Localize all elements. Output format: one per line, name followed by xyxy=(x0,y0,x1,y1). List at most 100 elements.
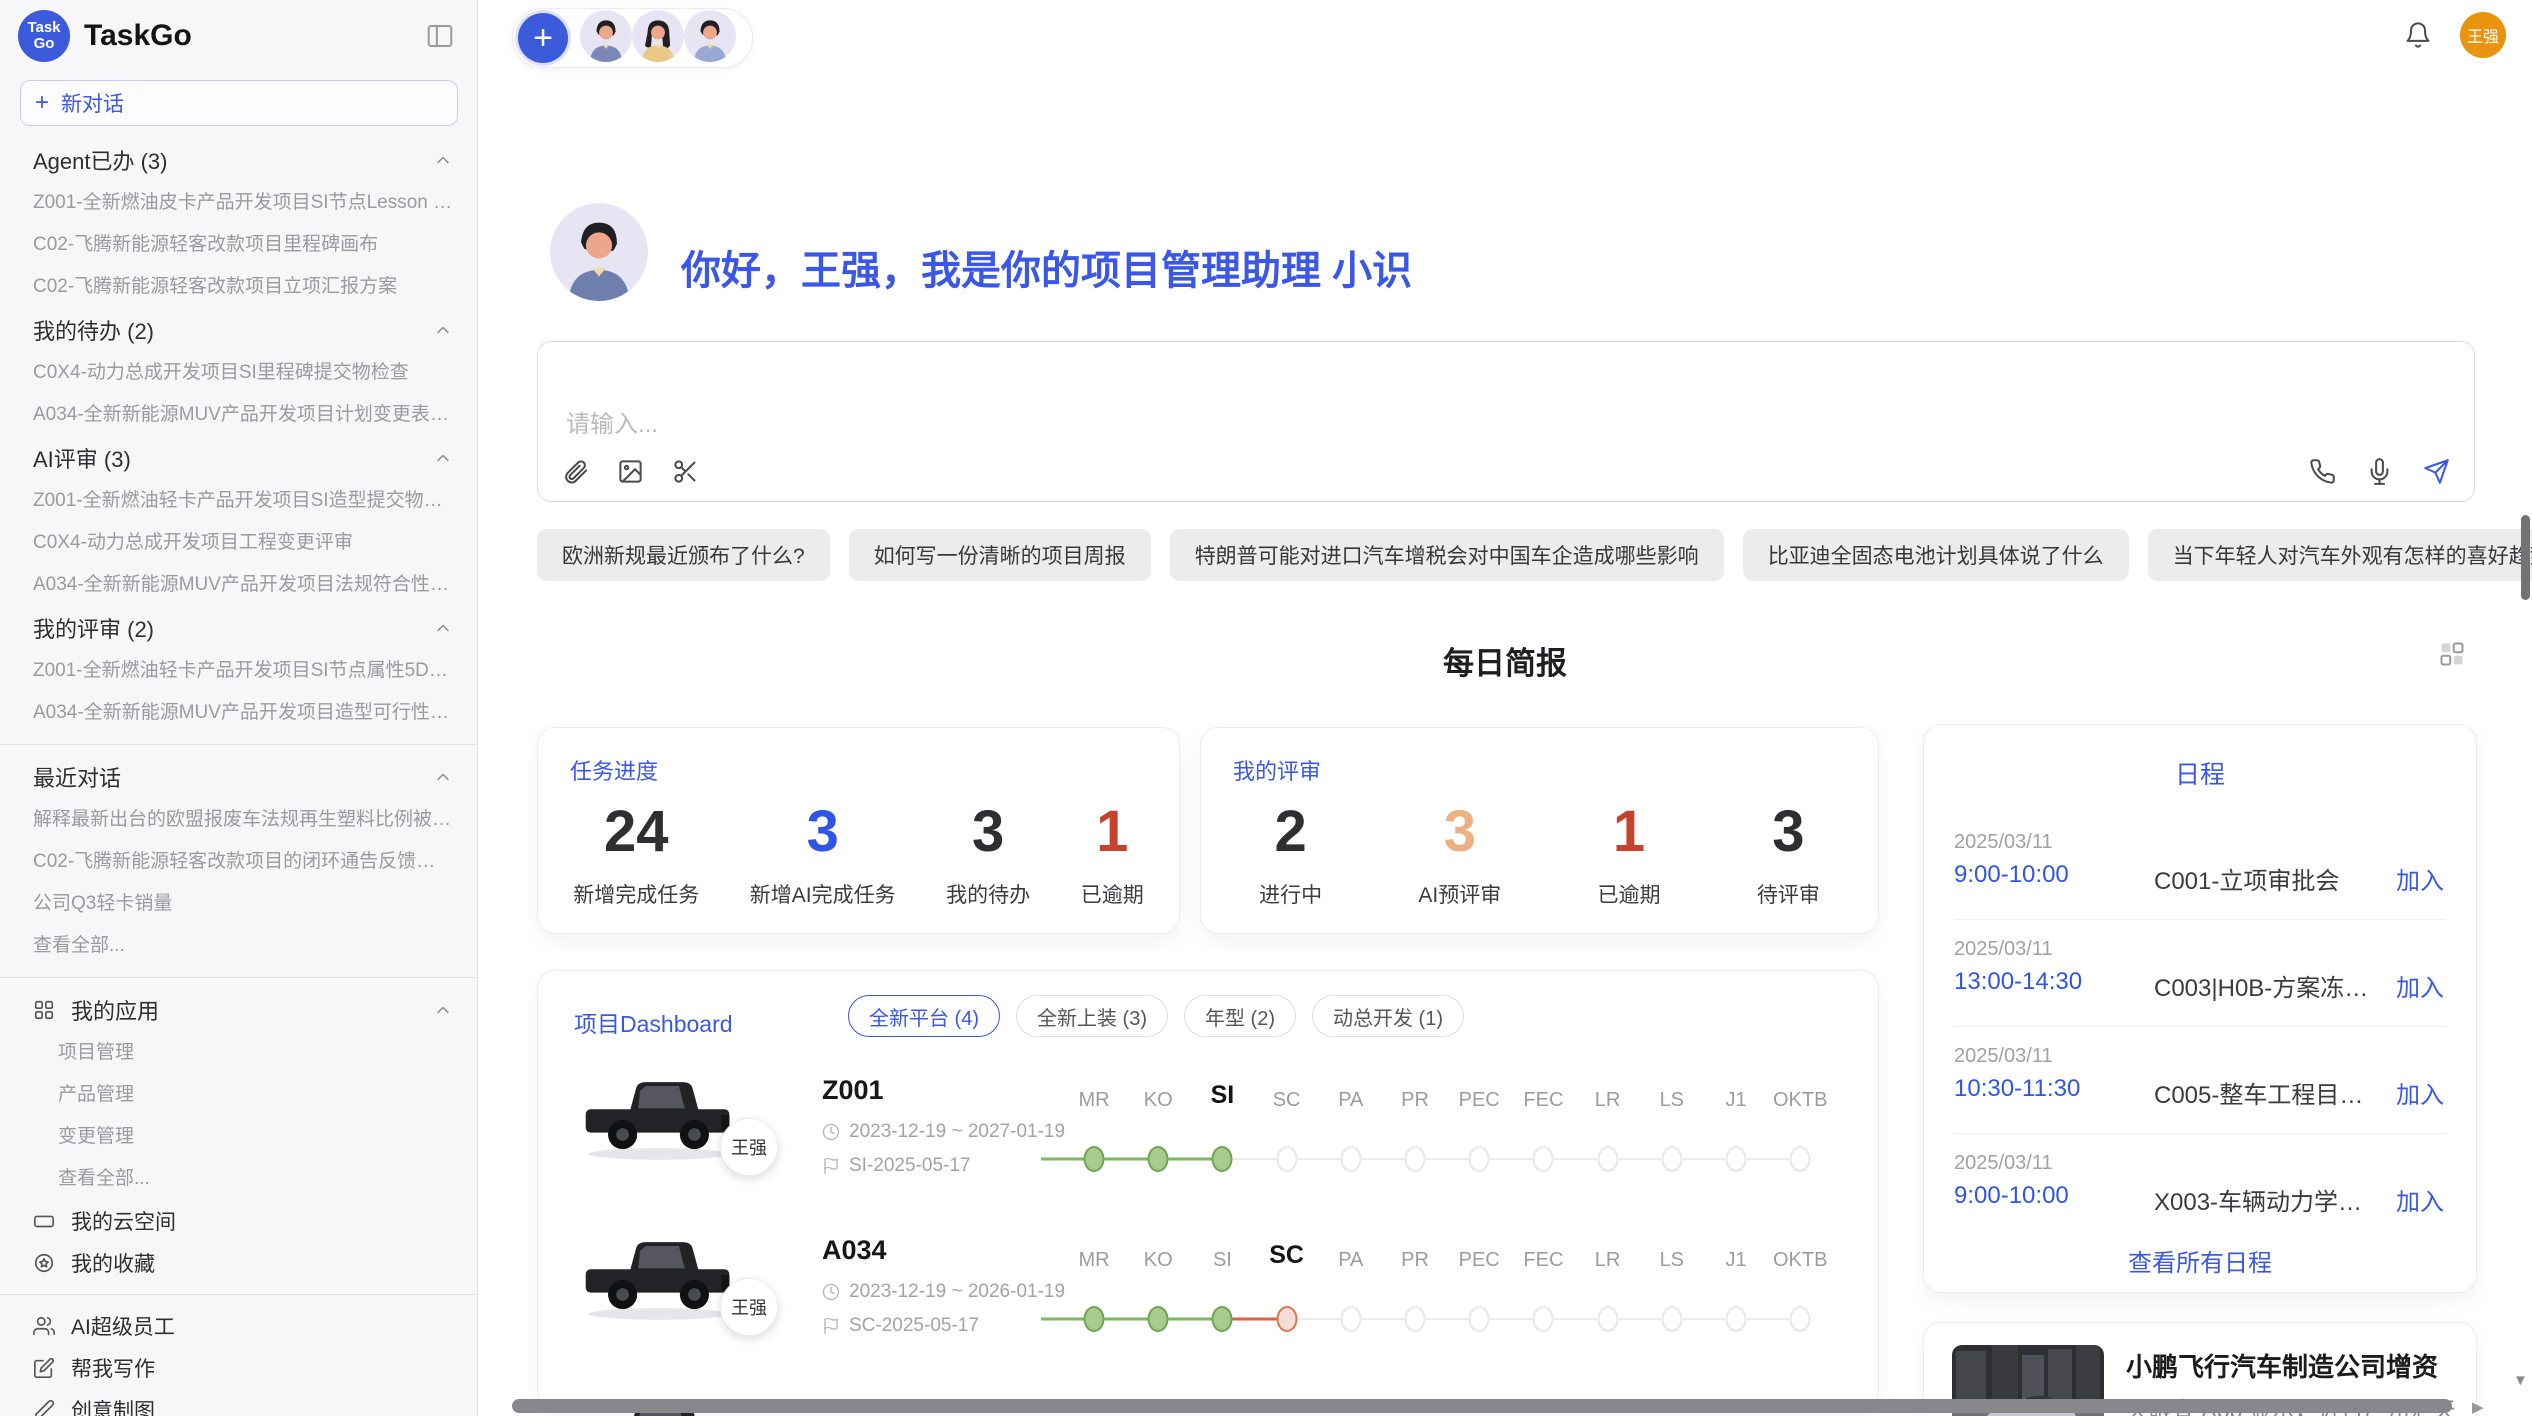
join-button[interactable]: 加入 xyxy=(2396,1182,2444,1217)
suggestion-chip[interactable]: 特朗普可能对进口汽车增税会对中国车企造成哪些影响 xyxy=(1170,529,1724,581)
suggestion-chip[interactable]: 当下年轻人对汽车外观有怎样的喜好趋势 xyxy=(2148,529,2532,581)
milestone-dot[interactable] xyxy=(1212,1306,1233,1332)
suggestion-chip[interactable]: 如何写一份清晰的项目周报 xyxy=(849,529,1151,581)
briefing-layout-grid-icon[interactable] xyxy=(2438,640,2466,668)
send-icon[interactable] xyxy=(2423,458,2450,485)
paperclip-icon[interactable] xyxy=(562,458,589,485)
milestone-dot[interactable] xyxy=(1533,1306,1554,1332)
sidebar-task-item[interactable]: A034-全新新能源MUV产品开发项目法规符合性评审 xyxy=(0,564,477,606)
scroll-down-arrow-icon[interactable]: ▼ xyxy=(2513,1372,2528,1389)
sidebar-item-badge[interactable]: 我的收藏 xyxy=(0,1242,477,1284)
milestone-dot[interactable] xyxy=(1726,1146,1747,1172)
sidebar-app-item[interactable]: 产品管理 xyxy=(0,1074,477,1116)
phone-icon[interactable] xyxy=(2309,458,2336,485)
sidebar-tool-item[interactable]: AI超级员工 xyxy=(0,1305,477,1347)
horizontal-scrollbar[interactable] xyxy=(512,1399,2452,1413)
sidebar-task-item[interactable]: Z001-全新燃油皮卡产品开发项目SI节点Lesson Learn报告 xyxy=(0,182,477,224)
avatar-male-navy[interactable] xyxy=(684,10,736,62)
milestone-dot[interactable] xyxy=(1661,1146,1682,1172)
milestone-label: OKTB xyxy=(1773,1089,1827,1112)
milestone-dot[interactable] xyxy=(1726,1306,1747,1332)
schedule-date: 2025/03/11 xyxy=(1954,831,2446,854)
milestone-dot[interactable] xyxy=(1661,1306,1682,1332)
sidebar-task-item[interactable]: A034-全新新能源MUV产品开发项目计划变更表编写 xyxy=(0,394,477,436)
image-icon[interactable] xyxy=(617,458,644,485)
milestone-dot[interactable] xyxy=(1597,1146,1618,1172)
milestone-dot[interactable] xyxy=(1405,1146,1426,1172)
avatar-male-blue[interactable] xyxy=(580,10,632,62)
dashboard-filter-chip[interactable]: 动总开发 (1) xyxy=(1312,995,1464,1037)
milestone-dot[interactable] xyxy=(1084,1306,1105,1332)
sidebar-tool-item[interactable]: 创意制图 xyxy=(0,1389,477,1416)
sidebar-task-item[interactable]: C02-飞腾新能源轻客改款项目立项汇报方案 xyxy=(0,266,477,308)
milestone-dot[interactable] xyxy=(1790,1306,1811,1332)
milestone-dot[interactable] xyxy=(1148,1306,1169,1332)
milestone-dot[interactable] xyxy=(1469,1146,1490,1172)
dashboard-filter-chip[interactable]: 全新上装 (3) xyxy=(1016,995,1168,1037)
scroll-right-arrow-icon[interactable]: ▶ xyxy=(2472,1398,2484,1416)
sidebar-app-item[interactable]: 项目管理 xyxy=(0,1032,477,1074)
sidebar-task-item[interactable]: C0X4-动力总成开发项目工程变更评审 xyxy=(0,522,477,564)
project-row: 王强A0342023-12-19 ~ 2026-01-19SC-2025-05-… xyxy=(538,1223,1878,1383)
milestone-dot[interactable] xyxy=(1340,1146,1361,1172)
chat-input[interactable]: 请输入... xyxy=(537,341,2475,502)
join-button[interactable]: 加入 xyxy=(2396,861,2444,896)
sidebar-item-cloud[interactable]: 我的云空间 xyxy=(0,1200,477,1242)
sidebar-tool-item[interactable]: 帮我写作 xyxy=(0,1347,477,1389)
join-button[interactable]: 加入 xyxy=(2396,968,2444,1003)
sidebar-recent-item[interactable]: 公司Q3轻卡销量 xyxy=(0,883,477,925)
mic-icon[interactable] xyxy=(2366,458,2393,485)
new-chat-button[interactable]: + 新对话 xyxy=(20,80,458,126)
sidebar-app-item[interactable]: 查看全部... xyxy=(0,1158,477,1200)
sidebar-collapse-icon[interactable] xyxy=(425,21,455,51)
vertical-scrollbar[interactable] xyxy=(2521,515,2530,600)
sidebar-apps-header[interactable]: 我的应用 xyxy=(0,988,477,1032)
sidebar-app-item[interactable]: 变更管理 xyxy=(0,1116,477,1158)
milestone-dot[interactable] xyxy=(1597,1306,1618,1332)
milestone-dot[interactable] xyxy=(1148,1146,1169,1172)
schedule-time: 13:00-14:30 xyxy=(1954,968,2082,996)
add-agent-button[interactable]: + xyxy=(518,13,568,63)
milestone-dot[interactable] xyxy=(1790,1146,1811,1172)
dashboard-filter-chip[interactable]: 全新平台 (4) xyxy=(848,995,1000,1037)
project-dates: 2023-12-19 ~ 2027-01-19 xyxy=(822,1121,1065,1143)
section-label: 我的应用 xyxy=(71,994,159,1026)
sidebar-recent-item[interactable]: 解释最新出台的欧盟报废车法规再生塑料比例被调至15%... xyxy=(0,799,477,841)
milestone-dot[interactable] xyxy=(1405,1306,1426,1332)
logo-text-bottom: Go xyxy=(34,36,55,52)
milestone-strip: MRKOSISCPAPRPECFECLRLSJ1OKTB xyxy=(1033,1073,1863,1213)
bell-icon[interactable] xyxy=(2404,21,2432,49)
sidebar-section-header[interactable]: AI评审 (3) xyxy=(0,436,477,480)
avatar-female-yellow[interactable] xyxy=(632,10,684,62)
suggestion-chip[interactable]: 欧洲新规最近颁布了什么? xyxy=(537,529,830,581)
milestone-dot[interactable] xyxy=(1340,1306,1361,1332)
sidebar-item-label: 我的收藏 xyxy=(71,1248,155,1278)
chevron-up-icon xyxy=(433,320,453,340)
milestone-dot[interactable] xyxy=(1469,1306,1490,1332)
dashboard-filter-chip[interactable]: 年型 (2) xyxy=(1184,995,1296,1037)
sidebar-task-item[interactable]: A034-全新新能源MUV产品开发项目造型可行性评审 xyxy=(0,692,477,734)
join-button[interactable]: 加入 xyxy=(2396,1075,2444,1110)
sidebar-section-header[interactable]: 我的评审 (2) xyxy=(0,606,477,650)
milestone-dot[interactable] xyxy=(1276,1306,1297,1332)
scissors-icon[interactable] xyxy=(672,458,699,485)
sidebar-recent-item[interactable]: 查看全部... xyxy=(0,925,477,967)
view-all-schedule-link[interactable]: 查看所有日程 xyxy=(1924,1243,2476,1278)
suggestion-chip[interactable]: 比亚迪全固态电池计划具体说了什么 xyxy=(1743,529,2129,581)
sidebar-section-header[interactable]: Agent已办 (3) xyxy=(0,138,477,182)
sidebar-task-item[interactable]: Z001-全新燃油轻卡产品开发项目SI造型提交物评审 xyxy=(0,480,477,522)
user-avatar[interactable]: 王强 xyxy=(2460,12,2506,58)
milestone-dot[interactable] xyxy=(1533,1146,1554,1172)
project-flag: SC-2025-05-17 xyxy=(822,1315,979,1337)
sidebar-task-item[interactable]: Z001-全新燃油轻卡产品开发项目SI节点属性5D文件评审 xyxy=(0,650,477,692)
sidebar-recent-item[interactable]: C02-飞腾新能源轻客改款项目的闭环通告反馈情况 xyxy=(0,841,477,883)
sidebar-task-item[interactable]: C0X4-动力总成开发项目SI里程碑提交物检查 xyxy=(0,352,477,394)
sidebar-section-header[interactable]: 我的待办 (2) xyxy=(0,308,477,352)
milestone-dot[interactable] xyxy=(1084,1146,1105,1172)
schedule-entry: 2025/03/119:00-10:00C001-立项审批会加入 xyxy=(1954,813,2446,920)
milestone-dot[interactable] xyxy=(1212,1146,1233,1172)
schedule-title: 日程 xyxy=(1924,755,2476,791)
milestone-dot[interactable] xyxy=(1276,1146,1297,1172)
sidebar-recent-header[interactable]: 最近对话 xyxy=(0,755,477,799)
sidebar-task-item[interactable]: C02-飞腾新能源轻客改款项目里程碑画布 xyxy=(0,224,477,266)
